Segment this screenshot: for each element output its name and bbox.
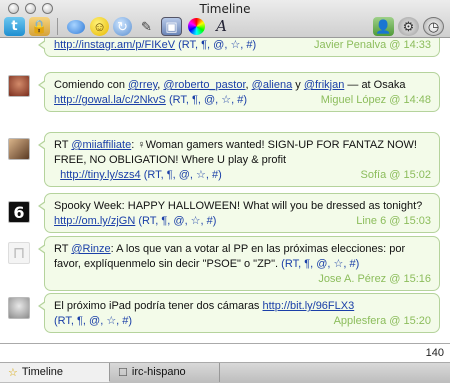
photo-icon[interactable]: ▣ xyxy=(161,17,182,36)
speech-bubble-button[interactable] xyxy=(65,17,86,36)
star-icon: ☆ xyxy=(8,367,18,379)
twitter-icon[interactable]: t xyxy=(4,17,25,36)
chat-icon: ☐ xyxy=(118,367,128,379)
message-link[interactable]: http://bit.ly/96FLX3 xyxy=(263,300,355,312)
smiley-icon[interactable]: ☺ xyxy=(90,17,109,36)
message-meta: Applesfera @ 15:20 xyxy=(333,315,431,327)
character-counter: 140 xyxy=(425,347,444,359)
tweet-actions[interactable]: (RT, ¶, @, ☆, #) xyxy=(281,258,359,270)
mention-link[interactable]: @aliena xyxy=(252,79,293,91)
message-text: El próximo iPad podría tener dos cámaras xyxy=(54,300,260,312)
retweet-icon[interactable]: ↻ xyxy=(113,17,132,36)
message-text: RT xyxy=(54,139,72,151)
mention-link[interactable]: @Rinze xyxy=(71,243,110,255)
tab-label: irc-hispano xyxy=(131,366,186,378)
tweet-actions[interactable]: (RT, ¶, @, ☆, #) xyxy=(54,315,132,327)
compose-bar: 140 xyxy=(0,343,450,363)
tab-bar: ☆ Timeline ☐ irc-hispano xyxy=(0,363,450,383)
message-text: y xyxy=(292,79,304,91)
toolbar-left-group: t 🔒 ☺ ↻ ✎ ▣ A xyxy=(4,17,232,36)
message-bubble: Comiendo con @rrey, @roberto_pastor, @al… xyxy=(38,72,440,112)
timeline-feed[interactable]: http://instagr.am/p/FIKeV (RT, ¶, @, ☆, … xyxy=(0,38,450,343)
user-icon[interactable]: 👤 xyxy=(373,17,394,36)
mention-link[interactable]: @rrey xyxy=(128,79,157,91)
window-toolbar: Timeline t 🔒 ☺ ↻ ✎ ▣ A 👤 ⚙ ◷ xyxy=(0,0,450,38)
message-text: Comiendo con xyxy=(54,79,128,91)
lock-icon[interactable]: 🔒 xyxy=(29,17,50,36)
tweet-actions[interactable]: (RT, ¶, @, ☆, #) xyxy=(144,169,222,181)
message-text: RT xyxy=(54,243,72,255)
message-text: Spooky Week: HAPPY HALLOWEEN! What will … xyxy=(54,200,423,212)
avatar[interactable] xyxy=(8,75,30,97)
message-bubble: RT @miiaffiliate: ♀Woman gamers wanted! … xyxy=(38,132,440,187)
message-link[interactable]: http://om.ly/zjGN xyxy=(54,215,135,227)
tab-irc-hispano[interactable]: ☐ irc-hispano xyxy=(110,363,220,382)
avatar[interactable]: 6 xyxy=(8,201,30,223)
message-meta: Javier Penalva @ 14:33 xyxy=(314,39,431,51)
apple-icon[interactable] xyxy=(8,297,30,319)
message-meta: Miguel López @ 14:48 xyxy=(320,94,431,106)
gear-icon[interactable]: ⚙ xyxy=(398,17,419,36)
message-meta: Line 6 @ 15:03 xyxy=(356,215,431,227)
message-bubble: El próximo iPad podría tener dos cámaras… xyxy=(38,293,440,333)
mention-link[interactable]: @roberto_pastor xyxy=(163,79,245,91)
clock-icon[interactable]: ◷ xyxy=(423,17,444,36)
color-wheel-icon xyxy=(188,18,205,35)
avatar[interactable] xyxy=(8,138,30,160)
avatar[interactable]: ⊓ xyxy=(8,242,30,264)
font-icon[interactable]: A xyxy=(211,17,232,36)
tweet-actions[interactable]: (RT, ¶, @, ☆, #) xyxy=(169,94,247,106)
message-meta: Jose A. Pérez @ 15:16 xyxy=(318,273,431,285)
tab-timeline[interactable]: ☆ Timeline xyxy=(0,363,110,382)
link-icon[interactable]: ✎ xyxy=(136,17,157,36)
message-text: — at Osaka xyxy=(344,79,406,91)
toolbar-separator xyxy=(57,18,58,35)
tweet-actions[interactable]: (RT, ¶, @, ☆, #) xyxy=(178,39,256,51)
message-link[interactable]: http://instagr.am/p/FIKeV xyxy=(54,39,175,51)
message-meta: Sofía @ 15:02 xyxy=(360,169,432,181)
speech-bubble-icon xyxy=(66,19,85,34)
tweet-actions[interactable]: (RT, ¶, @, ☆, #) xyxy=(138,215,216,227)
mention-link[interactable]: @frikjan xyxy=(304,79,345,91)
message-bubble: http://instagr.am/p/FIKeV (RT, ¶, @, ☆, … xyxy=(38,38,440,57)
message-link[interactable]: http://gowal.la/c/2NkvS xyxy=(54,94,166,106)
compose-input[interactable] xyxy=(4,346,404,361)
message-link[interactable]: http://tiny.ly/szs4 xyxy=(60,169,141,181)
message-bubble: RT @Rinze: A los que van a votar al PP e… xyxy=(38,236,440,291)
tab-label: Timeline xyxy=(21,366,64,378)
window-title: Timeline xyxy=(199,2,251,16)
mention-link[interactable]: @miiaffiliate xyxy=(71,139,131,151)
message-bubble: Spooky Week: HAPPY HALLOWEEN! What will … xyxy=(38,193,440,233)
color-button[interactable] xyxy=(186,17,207,36)
toolbar-right-group: 👤 ⚙ ◷ xyxy=(373,17,444,36)
